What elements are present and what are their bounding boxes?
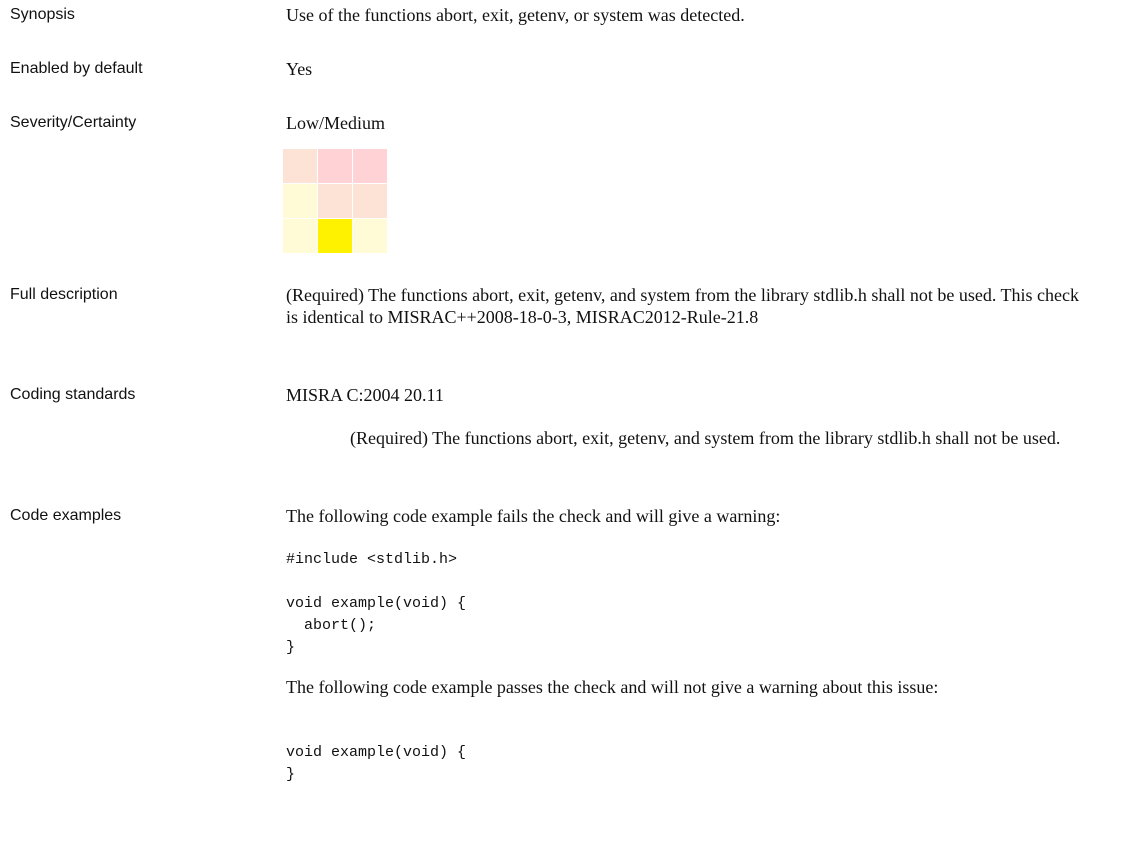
- pass-code-function: void example(void) { }: [286, 744, 467, 783]
- severity-value: Low/Medium: [286, 113, 385, 133]
- coding-standard-name: MISRA C:2004 20.11: [286, 385, 444, 405]
- coding-standards-label: Coding standards: [10, 386, 136, 403]
- grid-cell: [283, 149, 317, 183]
- grid-cell: [283, 184, 317, 218]
- pass-example-intro: The following code example passes the ch…: [286, 677, 939, 697]
- full-description-label: Full description: [10, 286, 118, 303]
- fail-example-intro: The following code example fails the che…: [286, 506, 781, 526]
- enabled-label: Enabled by default: [10, 60, 143, 77]
- grid-cell: [353, 184, 387, 218]
- grid-cell: [318, 149, 352, 183]
- fail-code-function: void example(void) { abort(); }: [286, 595, 467, 656]
- coding-standard-text: (Required) The functions abort, exit, ge…: [350, 428, 1061, 448]
- severity-label: Severity/Certainty: [10, 114, 137, 131]
- synopsis-label: Synopsis: [10, 6, 75, 23]
- grid-cell: [353, 219, 387, 253]
- severity-certainty-grid: [283, 149, 387, 253]
- full-description-text: (Required) The functions abort, exit, ge…: [286, 285, 1079, 327]
- code-examples-label: Code examples: [10, 507, 122, 524]
- fail-code-include: #include <stdlib.h>: [286, 551, 458, 568]
- grid-cell: [353, 149, 387, 183]
- enabled-value: Yes: [286, 59, 313, 79]
- grid-cell: [318, 184, 352, 218]
- grid-cell-highlighted: [318, 219, 352, 253]
- synopsis-value: Use of the functions abort, exit, getenv…: [286, 5, 745, 25]
- grid-cell: [283, 219, 317, 253]
